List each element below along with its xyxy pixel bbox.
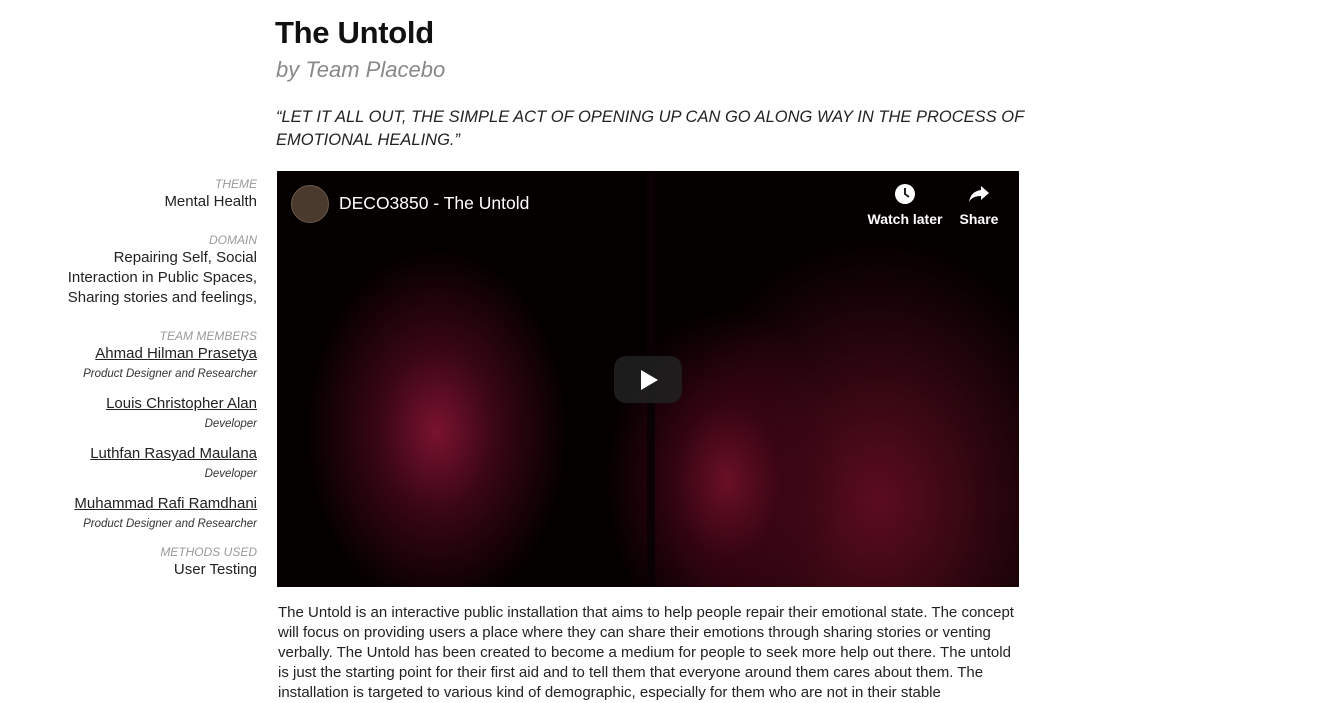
clock-icon	[865, 183, 945, 211]
member-name-link[interactable]: Muhammad Rafi Ramdhani	[40, 494, 257, 514]
theme-value: Mental Health	[164, 193, 257, 210]
play-icon[interactable]	[614, 356, 682, 403]
project-quote: “LET IT ALL OUT, THE SIMPLE ACT OF OPENI…	[276, 108, 1024, 149]
share-label: Share	[959, 211, 999, 227]
team-member: Luthfan Rasyad Maulana Developer	[40, 444, 257, 484]
member-name-link[interactable]: Ahmad Hilman Prasetya	[40, 344, 257, 364]
member-role: Product Designer and Researcher	[83, 518, 257, 530]
domain-value: Repairing Self, Social Interaction in Pu…	[67, 249, 257, 306]
team-byline: by Team Placebo	[276, 57, 446, 82]
member-role: Product Designer and Researcher	[83, 368, 257, 380]
page-title: The Untold	[275, 15, 434, 50]
watch-later-button[interactable]: Watch later	[865, 183, 945, 227]
team-member: Louis Christopher Alan Developer	[40, 394, 257, 434]
team-member: Muhammad Rafi Ramdhani Product Designer …	[40, 494, 257, 534]
project-description: The Untold is an interactive public inst…	[278, 604, 1014, 701]
domain-label: DOMAIN	[209, 233, 257, 247]
member-role: Developer	[204, 468, 257, 480]
methods-value: User Testing	[173, 561, 257, 578]
video-title[interactable]: DECO3850 - The Untold	[339, 193, 529, 214]
member-name-link[interactable]: Louis Christopher Alan	[40, 394, 257, 414]
video-player[interactable]: DECO3850 - The Untold Watch later Share	[277, 171, 1019, 587]
member-name-link[interactable]: Luthfan Rasyad Maulana	[40, 444, 257, 464]
project-details-sidebar: THEME Mental Health DOMAIN Repairing Sel…	[40, 176, 257, 580]
watch-later-label: Watch later	[867, 211, 943, 227]
share-button[interactable]: Share	[939, 183, 1019, 227]
share-arrow-icon	[939, 183, 1019, 211]
member-role: Developer	[204, 418, 257, 430]
methods-label: METHODS USED	[160, 545, 257, 559]
team-member: Ahmad Hilman Prasetya Product Designer a…	[40, 344, 257, 384]
channel-avatar-icon[interactable]	[291, 185, 329, 223]
team-members-label: TEAM MEMBERS	[159, 329, 257, 343]
theme-label: THEME	[215, 177, 257, 191]
